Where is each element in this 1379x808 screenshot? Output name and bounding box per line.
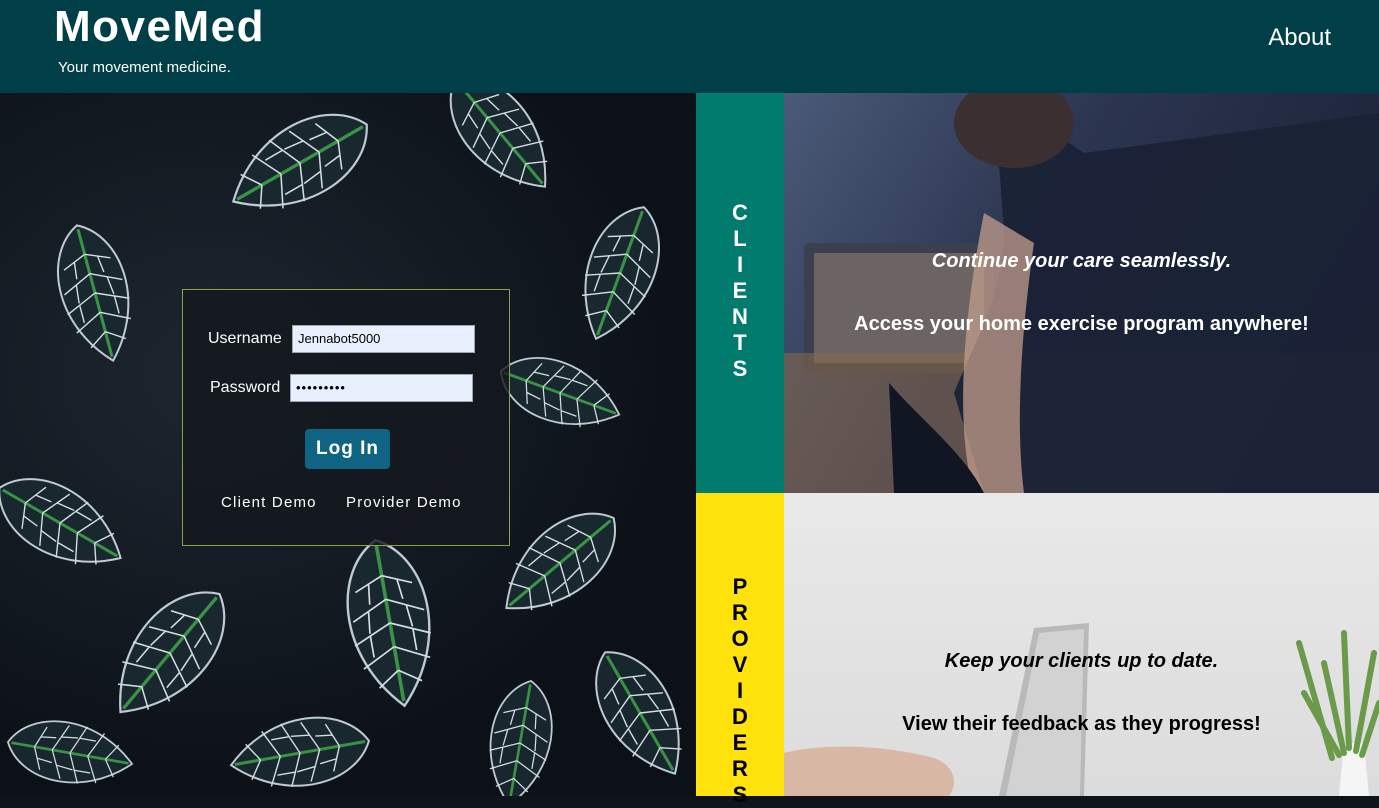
client-demo-link[interactable]: Client Demo (221, 494, 317, 511)
clients-photo-illustration (784, 93, 1379, 493)
providers-hero-image: Keep your clients up to date. View their… (784, 493, 1379, 796)
clients-headline: Continue your care seamlessly. (931, 250, 1232, 272)
provider-demo-link[interactable]: Provider Demo (346, 494, 462, 511)
brand-tagline: Your movement medicine. (58, 59, 231, 76)
clients-side-bar[interactable]: C L I E N T S (696, 93, 784, 493)
brand-logo[interactable]: MoveMed (54, 2, 265, 52)
clients-vertical-label: C L I E N T S (732, 200, 748, 381)
password-input[interactable]: ••••••••• (290, 374, 473, 402)
providers-vertical-label: P R O V I D E R S (731, 574, 749, 807)
clients-subline: Access your home exercise program anywhe… (854, 313, 1309, 335)
username-input[interactable]: Jennabot5000 (292, 325, 475, 353)
providers-photo-illustration (784, 623, 1379, 796)
login-button[interactable]: Log In (305, 429, 390, 469)
providers-subline: View their feedback as they progress! (902, 713, 1261, 735)
clients-hero-image: Continue your care seamlessly. Access yo… (784, 93, 1379, 493)
login-card: Username Jennabot5000 Password •••••••••… (182, 289, 510, 546)
username-label: Username (208, 330, 282, 347)
about-link[interactable]: About (1268, 24, 1331, 52)
providers-side-bar[interactable]: P R O V I D E R S (696, 493, 784, 807)
providers-headline: Keep your clients up to date. (944, 650, 1219, 672)
top-header: MoveMed Your movement medicine. About (0, 0, 1379, 93)
password-label: Password (210, 379, 281, 396)
